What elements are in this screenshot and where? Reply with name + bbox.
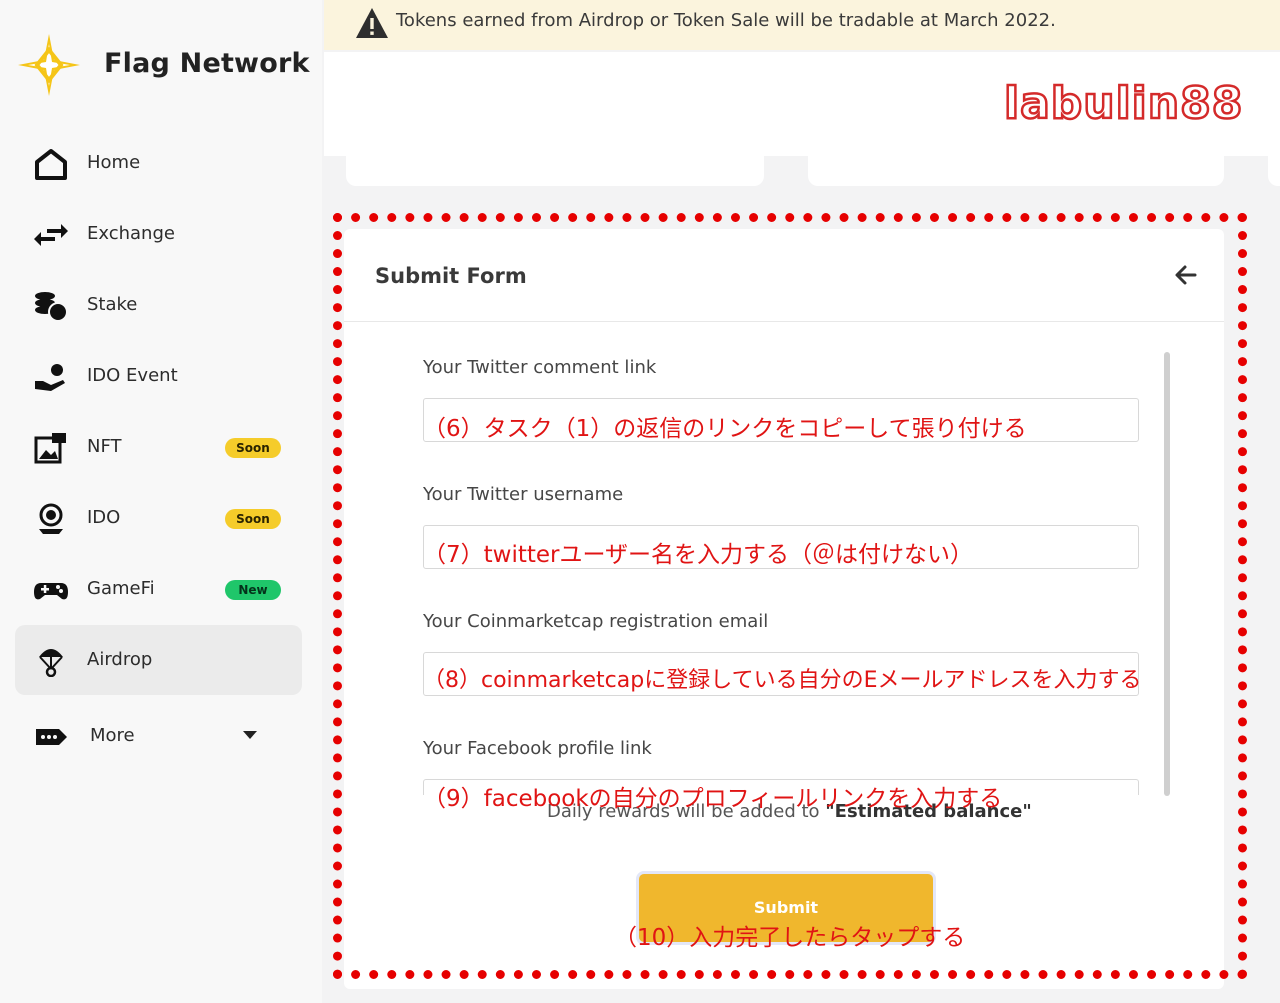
sidebar-item-gamefi[interactable]: GameFi New xyxy=(15,554,302,624)
gamepad-icon xyxy=(34,583,68,600)
exchange-icon xyxy=(34,224,68,246)
sidebar-item-label: Exchange xyxy=(87,223,175,244)
sidebar-item-label: NFT xyxy=(87,436,122,457)
form-title: Submit Form xyxy=(375,264,527,288)
sidebar-item-label: Stake xyxy=(87,294,138,315)
sidebar-item-label: Airdrop xyxy=(87,649,153,670)
sidebar-item-ido[interactable]: IDO Soon xyxy=(15,483,302,553)
sidebar-item-label: IDO Event xyxy=(87,365,178,386)
sidebar-item-stake[interactable]: Stake xyxy=(15,270,302,340)
nft-image-icon xyxy=(34,433,66,464)
annotation-text: （6）タスク（1）の返信のリンクをコピーして張り付ける xyxy=(423,416,1027,442)
tag-dots-icon xyxy=(36,729,67,745)
annotation-text: （9）facebookの自分のプロフィールリンクを入力する xyxy=(423,786,1003,812)
sidebar-item-airdrop[interactable]: Airdrop xyxy=(15,625,302,695)
annotation-text: （8）coinmarketcapに登録している自分のEメールアドレスを入力する xyxy=(423,668,1142,693)
sidebar: Flag Network Home Exchange Stake IDO Eve… xyxy=(0,0,322,1003)
soon-badge: Soon xyxy=(225,438,281,458)
sidebar-item-ido-event[interactable]: IDO Event xyxy=(15,341,302,411)
notice-text: Tokens earned from Airdrop or Token Sale… xyxy=(396,10,1056,31)
warning-icon xyxy=(356,8,388,38)
coinmarketcap-email-label: Your Coinmarketcap registration email xyxy=(423,611,769,632)
soon-badge: Soon xyxy=(225,509,281,529)
twitter-comment-link-label: Your Twitter comment link xyxy=(423,357,657,378)
notice-banner: Tokens earned from Airdrop or Token Sale… xyxy=(324,0,1280,50)
arrow-left-icon[interactable] xyxy=(1174,263,1198,287)
sidebar-item-nft[interactable]: NFT Soon xyxy=(15,412,302,482)
sidebar-item-more[interactable]: More xyxy=(15,701,302,771)
new-badge: New xyxy=(225,580,281,600)
stake-coins-icon xyxy=(35,292,68,322)
divider xyxy=(344,321,1224,322)
annotation-text: （7）twitterユーザー名を入力する（＠は付けない） xyxy=(423,542,974,568)
card-stub xyxy=(1268,156,1280,186)
ido-icon xyxy=(39,503,63,534)
sidebar-item-label: Home xyxy=(87,152,141,173)
sidebar-item-label: GameFi xyxy=(87,578,155,599)
sidebar-item-home[interactable]: Home xyxy=(15,128,302,198)
annotation-text: （10）入力完了したらタップする xyxy=(614,925,966,951)
parachute-icon xyxy=(39,649,63,677)
hand-coin-icon xyxy=(35,364,65,391)
form-scrollbar[interactable] xyxy=(1164,352,1170,796)
card-stub xyxy=(346,156,764,186)
sidebar-item-label: IDO xyxy=(87,507,121,528)
watermark-text: labulin88 xyxy=(1003,77,1244,131)
twitter-username-label: Your Twitter username xyxy=(423,484,624,505)
facebook-profile-link-label: Your Facebook profile link xyxy=(423,738,652,759)
flag-network-logo-icon xyxy=(18,34,80,96)
submit-form-card: Submit Form Your Twitter comment link （6… xyxy=(344,229,1224,989)
sidebar-item-label: More xyxy=(90,725,135,746)
brand-name: Flag Network xyxy=(104,48,310,79)
chevron-down-icon[interactable] xyxy=(243,731,257,739)
sidebar-item-exchange[interactable]: Exchange xyxy=(15,199,302,269)
card-stub xyxy=(808,156,1224,186)
home-icon xyxy=(35,149,67,180)
